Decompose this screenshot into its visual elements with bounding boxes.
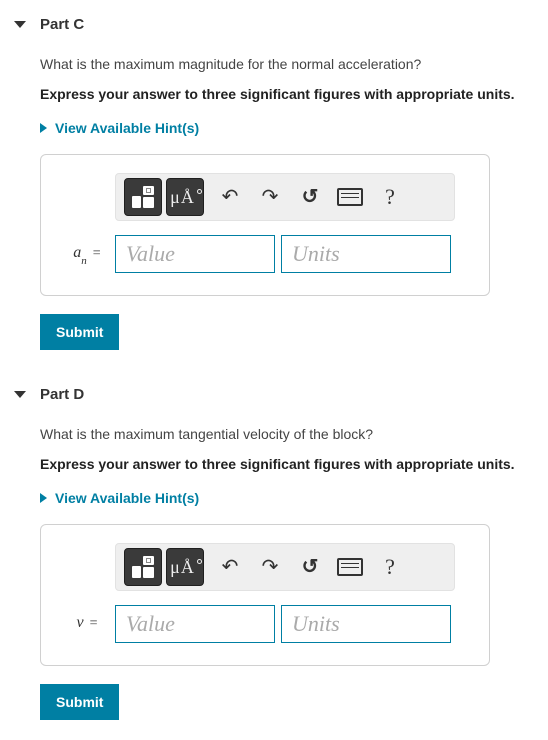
part-c-hints-toggle[interactable]: View Available Hint(s) bbox=[40, 120, 544, 154]
symbols-button[interactable]: μÅ bbox=[166, 548, 204, 586]
help-button[interactable]: ? bbox=[372, 179, 408, 215]
undo-icon: ↶ bbox=[222, 557, 239, 577]
caret-right-icon bbox=[40, 123, 47, 133]
part-d-variable-label: v= bbox=[59, 614, 115, 634]
part-c-body: What is the maximum magnitude for the no… bbox=[0, 45, 548, 350]
units-input[interactable]: Units bbox=[281, 605, 451, 643]
part-c-input-row: an= Value Units bbox=[59, 235, 471, 273]
keyboard-button[interactable] bbox=[332, 179, 368, 215]
part-c-answer-panel: μÅ ↶ ↷ ↺ ? bbox=[40, 154, 490, 296]
part-c-instruction: Express your answer to three significant… bbox=[40, 85, 544, 121]
help-icon: ? bbox=[385, 556, 395, 578]
value-input[interactable]: Value bbox=[115, 235, 275, 273]
part-d-answer-panel: μÅ ↶ ↷ ↺ ? bbox=[40, 524, 490, 666]
redo-icon: ↷ bbox=[262, 557, 279, 577]
hints-label: View Available Hint(s) bbox=[55, 120, 199, 136]
part-d-title: Part D bbox=[40, 386, 84, 403]
part-c-submit-button[interactable]: Submit bbox=[40, 314, 119, 350]
part-c-question: What is the maximum magnitude for the no… bbox=[40, 55, 544, 85]
templates-icon bbox=[132, 556, 154, 578]
caret-down-icon bbox=[14, 21, 26, 28]
templates-icon bbox=[132, 186, 154, 208]
symbols-icon: μÅ bbox=[170, 557, 200, 578]
reset-button[interactable]: ↺ bbox=[292, 549, 328, 585]
caret-right-icon bbox=[40, 493, 47, 503]
value-input[interactable]: Value bbox=[115, 605, 275, 643]
part-c-header[interactable]: Part C bbox=[0, 12, 548, 45]
reset-icon: ↺ bbox=[302, 187, 319, 207]
symbols-icon: μÅ bbox=[170, 187, 200, 208]
part-d-hints-toggle[interactable]: View Available Hint(s) bbox=[40, 490, 544, 524]
part-d-header[interactable]: Part D bbox=[0, 382, 548, 415]
part-c: Part C What is the maximum magnitude for… bbox=[0, 0, 548, 370]
part-c-variable-label: an= bbox=[59, 244, 115, 264]
undo-icon: ↶ bbox=[222, 187, 239, 207]
templates-button[interactable] bbox=[124, 178, 162, 216]
part-c-title: Part C bbox=[40, 16, 84, 33]
part-d: Part D What is the maximum tangential ve… bbox=[0, 370, 548, 740]
part-d-input-row: v= Value Units bbox=[59, 605, 471, 643]
keyboard-icon bbox=[337, 188, 363, 206]
reset-button[interactable]: ↺ bbox=[292, 179, 328, 215]
part-d-body: What is the maximum tangential velocity … bbox=[0, 415, 548, 720]
hints-label: View Available Hint(s) bbox=[55, 490, 199, 506]
undo-button[interactable]: ↶ bbox=[212, 549, 248, 585]
reset-icon: ↺ bbox=[302, 557, 319, 577]
templates-button[interactable] bbox=[124, 548, 162, 586]
answer-toolbar: μÅ ↶ ↷ ↺ ? bbox=[115, 173, 455, 221]
help-button[interactable]: ? bbox=[372, 549, 408, 585]
redo-icon: ↷ bbox=[262, 187, 279, 207]
undo-button[interactable]: ↶ bbox=[212, 179, 248, 215]
part-d-question: What is the maximum tangential velocity … bbox=[40, 425, 544, 455]
part-d-instruction: Express your answer to three significant… bbox=[40, 455, 544, 491]
answer-toolbar: μÅ ↶ ↷ ↺ ? bbox=[115, 543, 455, 591]
units-input[interactable]: Units bbox=[281, 235, 451, 273]
redo-button[interactable]: ↷ bbox=[252, 179, 288, 215]
keyboard-icon bbox=[337, 558, 363, 576]
caret-down-icon bbox=[14, 391, 26, 398]
help-icon: ? bbox=[385, 186, 395, 208]
keyboard-button[interactable] bbox=[332, 549, 368, 585]
redo-button[interactable]: ↷ bbox=[252, 549, 288, 585]
part-d-submit-button[interactable]: Submit bbox=[40, 684, 119, 720]
symbols-button[interactable]: μÅ bbox=[166, 178, 204, 216]
